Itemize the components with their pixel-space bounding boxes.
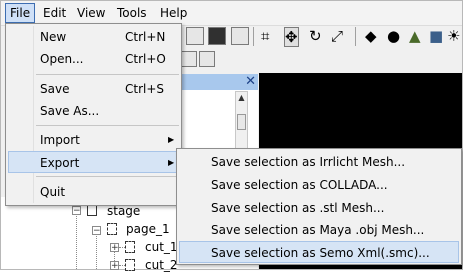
menu-item-new[interactable]: New Ctrl+N bbox=[8, 26, 179, 48]
menu-item-label: Quit bbox=[40, 185, 66, 199]
skybox-icon[interactable]: ■ bbox=[429, 26, 443, 46]
menu-item-label: Import bbox=[40, 133, 80, 147]
submenu-arrow-icon: ▶ bbox=[168, 135, 175, 144]
menu-item-import[interactable]: Import ▶ bbox=[8, 129, 179, 151]
menu-bar: File Edit View Tools Help bbox=[1, 1, 462, 25]
move-tool-icon[interactable]: ✥ bbox=[284, 27, 299, 47]
shortcut-label: Ctrl+N bbox=[125, 30, 166, 44]
tree-line bbox=[76, 209, 77, 269]
submenu-item-obj[interactable]: Save selection as Maya .obj Mesh... bbox=[179, 219, 459, 241]
sphere-icon[interactable]: ● bbox=[387, 26, 400, 46]
submenu-item-label: Save selection as COLLADA... bbox=[211, 178, 388, 192]
menu-view[interactable]: View bbox=[73, 4, 109, 22]
menu-item-label: Export bbox=[40, 156, 80, 170]
toolbar-separator bbox=[253, 27, 254, 46]
cut-icon bbox=[125, 241, 135, 253]
scroll-thumb[interactable] bbox=[237, 114, 246, 130]
file-menu: New Ctrl+N Open... Ctrl+O Save Ctrl+S Sa… bbox=[5, 23, 182, 206]
window-icon[interactable] bbox=[231, 27, 249, 45]
menu-item-label: Save As... bbox=[40, 104, 100, 118]
collapse-stage-icon[interactable]: − bbox=[72, 206, 81, 216]
menu-separator bbox=[36, 125, 179, 126]
submenu-item-irrlicht[interactable]: Save selection as Irrlicht Mesh... bbox=[179, 151, 459, 173]
menu-item-open[interactable]: Open... Ctrl+O bbox=[8, 48, 179, 70]
shortcut-label: Ctrl+S bbox=[125, 82, 165, 96]
menu-item-save-as[interactable]: Save As... bbox=[8, 100, 179, 122]
menu-file[interactable]: File bbox=[5, 3, 36, 23]
tree-node-page-1[interactable]: page_1 bbox=[126, 220, 170, 238]
menu-item-quit[interactable]: Quit bbox=[8, 181, 179, 203]
rotate-tool-icon[interactable]: ↻ bbox=[309, 26, 322, 46]
menu-item-export[interactable]: Export ▶ bbox=[8, 151, 179, 173]
submenu-item-stl[interactable]: Save selection as .stl Mesh... bbox=[179, 197, 459, 219]
menu-item-label: Open... bbox=[40, 52, 84, 66]
tree-node-cut-1[interactable]: cut_1 bbox=[145, 238, 178, 256]
page-icon bbox=[107, 223, 117, 235]
console-icon[interactable] bbox=[208, 27, 226, 45]
panel-header: ✕ bbox=[174, 74, 258, 90]
menu-item-label: Save bbox=[40, 82, 70, 96]
submenu-item-label: Save selection as Semo Xml(.smc)... bbox=[211, 246, 430, 260]
camera-icon[interactable]: ⌗ bbox=[261, 26, 269, 46]
export-submenu: Save selection as Irrlicht Mesh... Save … bbox=[176, 148, 462, 265]
submenu-arrow-icon: ▶ bbox=[168, 158, 175, 167]
cut-icon bbox=[125, 259, 135, 271]
menu-item-label: New bbox=[40, 30, 67, 44]
expand-cut-icon[interactable]: + bbox=[110, 243, 119, 253]
collapse-page-icon[interactable]: − bbox=[92, 226, 101, 236]
expand-cut-icon[interactable]: + bbox=[110, 261, 119, 271]
layers-icon[interactable] bbox=[199, 51, 215, 67]
menu-separator bbox=[36, 74, 179, 75]
submenu-item-collada[interactable]: Save selection as COLLADA... bbox=[179, 174, 459, 196]
tree-node-cut-2[interactable]: cut_2 bbox=[145, 256, 178, 274]
submenu-item-label: Save selection as Irrlicht Mesh... bbox=[211, 155, 406, 169]
scale-tool-icon[interactable]: ⤢ bbox=[331, 26, 343, 46]
menu-tools[interactable]: Tools bbox=[113, 4, 151, 22]
submenu-item-semo-xml[interactable]: Save selection as Semo Xml(.smc)... bbox=[179, 241, 459, 263]
cube-icon[interactable]: ◆ bbox=[365, 26, 377, 46]
panel-scrollbar[interactable]: ▲ bbox=[235, 91, 248, 149]
submenu-item-label: Save selection as .stl Mesh... bbox=[211, 201, 385, 215]
application-window: File Edit View Tools Help ⌗ ✥ ↻ ⤢ ◆ ● ▲ … bbox=[0, 0, 463, 272]
toolbar-separator bbox=[355, 27, 356, 46]
scroll-up-arrow-icon[interactable]: ▲ bbox=[236, 92, 247, 103]
menu-help[interactable]: Help bbox=[156, 4, 191, 22]
close-icon[interactable]: ✕ bbox=[245, 74, 256, 90]
submenu-item-label: Save selection as Maya .obj Mesh... bbox=[211, 223, 425, 237]
shortcut-label: Ctrl+O bbox=[125, 52, 166, 66]
grid-icon[interactable] bbox=[181, 51, 197, 67]
terrain-icon[interactable]: ▲ bbox=[409, 26, 421, 46]
light-icon[interactable]: ☀ bbox=[447, 26, 460, 46]
picture-icon[interactable] bbox=[186, 27, 204, 45]
menu-edit[interactable]: Edit bbox=[39, 4, 70, 22]
menu-separator bbox=[36, 176, 179, 177]
menu-item-save[interactable]: Save Ctrl+S bbox=[8, 78, 179, 100]
